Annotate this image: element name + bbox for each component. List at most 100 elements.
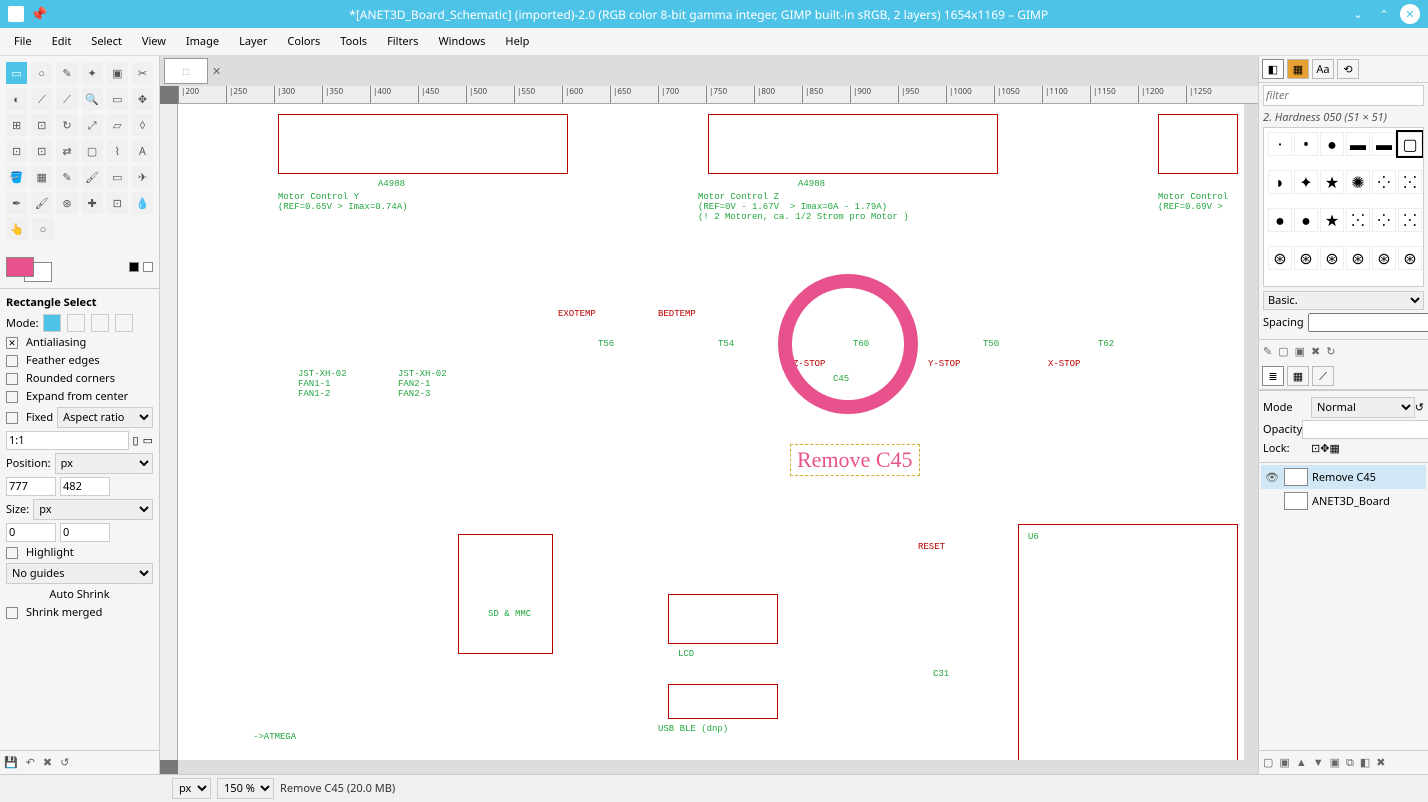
raise-layer-icon[interactable]: ▲: [1296, 755, 1307, 770]
portrait-icon[interactable]: ▯: [133, 433, 139, 448]
menu-filters[interactable]: Filters: [377, 30, 428, 53]
lock-pixels-icon[interactable]: ⊡: [1311, 441, 1320, 456]
new-brush-icon[interactable]: ▢: [1278, 344, 1288, 359]
layer-item-anet3d[interactable]: ANET3D_Board: [1261, 489, 1426, 513]
tool-smudge[interactable]: 👆: [6, 218, 28, 240]
brush-item[interactable]: ⊛: [1320, 246, 1344, 270]
tool-paths[interactable]: ⟋: [31, 88, 52, 110]
brush-item[interactable]: ✦: [1294, 170, 1318, 194]
brush-item[interactable]: ⁙: [1398, 208, 1422, 232]
lock-alpha-icon[interactable]: ▦: [1329, 441, 1339, 456]
brush-item[interactable]: ⊛: [1268, 246, 1292, 270]
tool-handle[interactable]: ⊡: [31, 140, 52, 162]
new-layer-icon[interactable]: ▢: [1263, 755, 1273, 770]
minimize-button[interactable]: ⌄: [1348, 4, 1368, 24]
shrink-merged-checkbox[interactable]: [6, 607, 18, 619]
mode-subtract[interactable]: [91, 314, 109, 332]
expand-checkbox[interactable]: [6, 391, 18, 403]
guides-select[interactable]: No guides: [6, 563, 153, 584]
size-unit[interactable]: px: [33, 499, 153, 520]
tool-heal[interactable]: ✚: [82, 192, 103, 214]
brush-item[interactable]: ●: [1268, 208, 1292, 232]
menu-layer[interactable]: Layer: [229, 30, 277, 53]
tool-align[interactable]: ⊞: [6, 114, 27, 136]
brush-filter-input[interactable]: [1263, 85, 1424, 106]
mode-add[interactable]: [67, 314, 85, 332]
brush-item[interactable]: ⁘: [1372, 170, 1396, 194]
brushes-tab[interactable]: ◧: [1262, 59, 1284, 79]
brush-item[interactable]: ⊛: [1294, 246, 1318, 270]
history-tab[interactable]: ⟲: [1337, 59, 1359, 79]
visibility-icon[interactable]: 👁: [1264, 470, 1280, 485]
brush-grid[interactable]: · • ● ▬ ▬ ▢ ◗ ✦ ★ ✺ ⁘ ⁙ ● ● ★ ⁙ ⁘ ⁙ ⊛ ⊛ …: [1263, 127, 1424, 287]
brush-item[interactable]: ▢: [1398, 132, 1422, 156]
tool-gradient[interactable]: ▦: [31, 166, 52, 188]
tool-crop[interactable]: ⊡: [31, 114, 52, 136]
tool-eraser[interactable]: ▭: [107, 166, 128, 188]
brush-item[interactable]: ·: [1268, 132, 1292, 156]
delete-options-icon[interactable]: ✖: [43, 755, 52, 770]
default-colors-icon[interactable]: [129, 262, 139, 272]
menu-file[interactable]: File: [4, 30, 42, 53]
reset-options-icon[interactable]: ↺: [60, 755, 69, 770]
merge-layer-icon[interactable]: ⧉: [1346, 755, 1354, 770]
zoom-select[interactable]: 150 %: [217, 778, 274, 799]
tool-dodge[interactable]: ○: [32, 218, 54, 240]
brush-item[interactable]: •: [1294, 132, 1318, 156]
tool-clone[interactable]: ⊛: [56, 192, 77, 214]
brush-item[interactable]: ✺: [1346, 170, 1370, 194]
mask-icon[interactable]: ◧: [1360, 755, 1370, 770]
canvas[interactable]: A4988 Motor Control Y (REF=0.65V > Imax=…: [178, 104, 1244, 760]
pos-y-input[interactable]: [60, 477, 110, 496]
image-tab-thumbnail[interactable]: ⬚: [164, 58, 208, 84]
position-unit[interactable]: px: [55, 453, 153, 474]
landscape-icon[interactable]: ▭: [143, 433, 153, 448]
tool-pencil[interactable]: ✎: [56, 166, 77, 188]
delete-layer-icon[interactable]: ✖: [1376, 755, 1385, 770]
brush-preset-select[interactable]: Basic.: [1263, 291, 1424, 310]
close-button[interactable]: ✕: [1400, 4, 1420, 24]
menu-select[interactable]: Select: [81, 30, 132, 53]
mode-reset-icon[interactable]: ↺: [1415, 400, 1424, 415]
del-brush-icon[interactable]: ✖: [1311, 344, 1320, 359]
layer-mode-select[interactable]: Normal: [1311, 397, 1415, 418]
brush-item[interactable]: ▬: [1346, 132, 1370, 156]
tool-perspective-clone[interactable]: ⊡: [107, 192, 128, 214]
ruler-vertical[interactable]: [160, 104, 178, 760]
brush-item[interactable]: ●: [1294, 208, 1318, 232]
tool-scissors[interactable]: ✂: [132, 62, 153, 84]
brush-item[interactable]: ★: [1320, 170, 1344, 194]
ruler-horizontal[interactable]: |200|250|300|350|400|450|500|550|600|650…: [178, 86, 1258, 104]
brush-item[interactable]: ●: [1320, 132, 1344, 156]
tool-free-select[interactable]: ✎: [56, 62, 77, 84]
opacity-input[interactable]: [1302, 420, 1428, 439]
annotation-text[interactable]: Remove C45: [790, 444, 920, 476]
pos-x-input[interactable]: [6, 477, 56, 496]
tool-rotate[interactable]: ↻: [56, 114, 77, 136]
tool-fuzzy-select[interactable]: ✦: [82, 62, 103, 84]
auto-shrink-button[interactable]: Auto Shrink: [49, 587, 109, 602]
menu-windows[interactable]: Windows: [428, 30, 495, 53]
tool-foreground[interactable]: ◐: [6, 88, 27, 110]
tool-blur[interactable]: 💧: [132, 192, 153, 214]
menu-colors[interactable]: Colors: [277, 30, 330, 53]
fonts-tab[interactable]: Aa: [1312, 59, 1334, 79]
size-w-input[interactable]: [6, 523, 56, 542]
unit-select[interactable]: px: [172, 778, 211, 799]
scrollbar-vertical[interactable]: [1244, 104, 1258, 760]
tool-unified[interactable]: ⊡: [6, 140, 27, 162]
tool-zoom[interactable]: 🔍: [82, 88, 103, 110]
menu-tools[interactable]: Tools: [330, 30, 377, 53]
layers-tab[interactable]: ≣: [1262, 366, 1284, 386]
save-options-icon[interactable]: 💾: [4, 755, 18, 770]
brush-item[interactable]: ⁙: [1346, 208, 1370, 232]
maximize-button[interactable]: ⌃: [1374, 4, 1394, 24]
brush-item[interactable]: ⊛: [1398, 246, 1422, 270]
channels-tab[interactable]: ▦: [1287, 366, 1309, 386]
brush-item[interactable]: ▬: [1372, 132, 1396, 156]
layer-thumbnail[interactable]: [1284, 468, 1308, 486]
dup-layer-icon[interactable]: ▣: [1330, 755, 1340, 770]
spacing-input[interactable]: [1308, 313, 1428, 332]
tool-measure[interactable]: ▭: [107, 88, 128, 110]
antialiasing-checkbox[interactable]: [6, 337, 18, 349]
